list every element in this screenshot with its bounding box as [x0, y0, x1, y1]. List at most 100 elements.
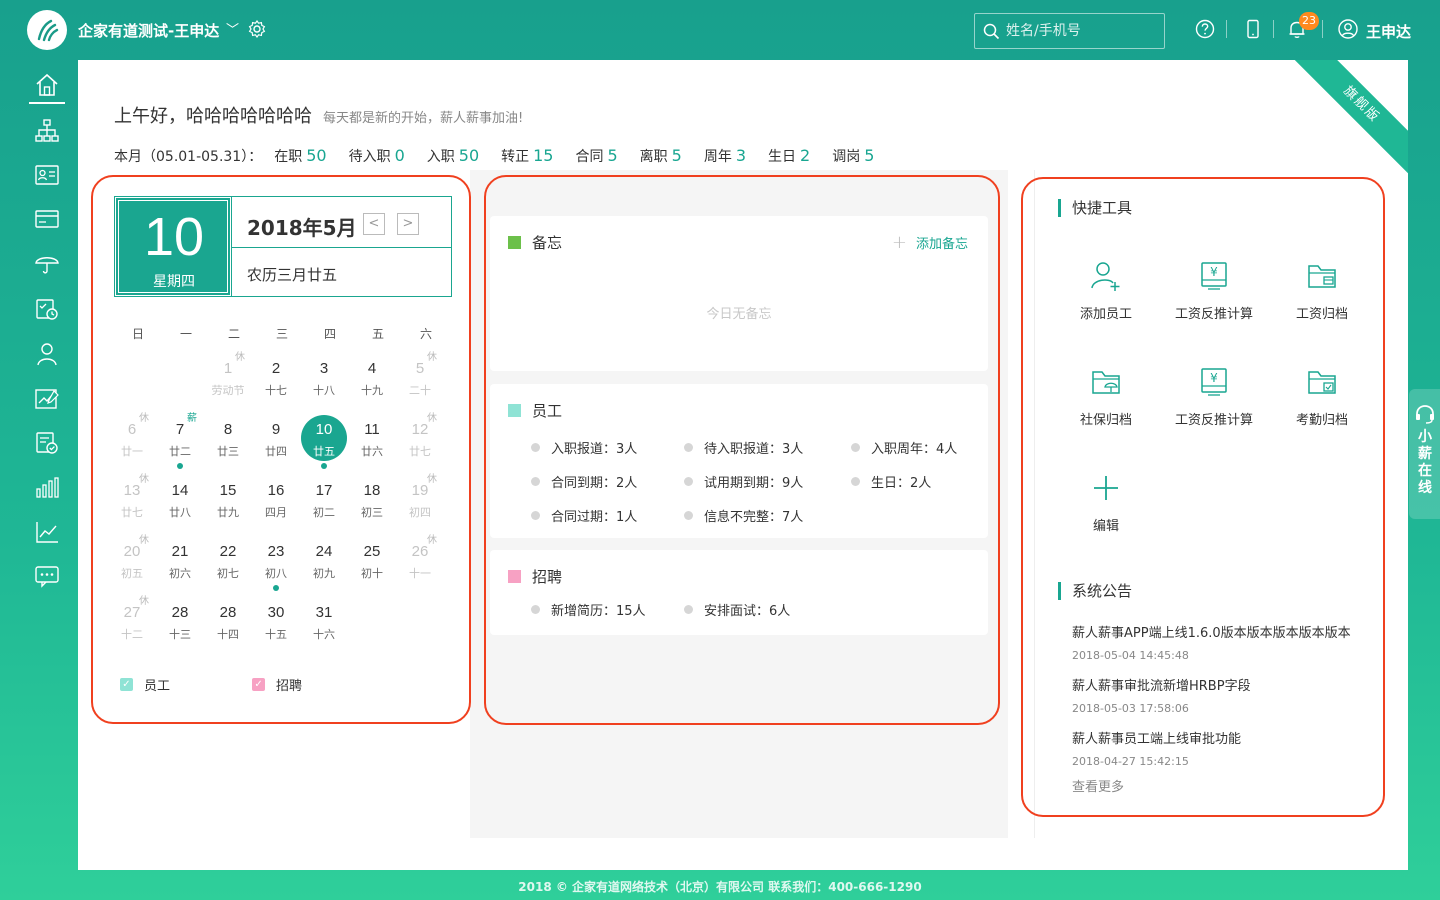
stat-item[interactable]: 离职 5: [640, 146, 682, 166]
calendar-day[interactable]: 20 初五休: [108, 535, 156, 596]
calendar-day[interactable]: 2 十七: [252, 352, 300, 413]
calendar-day[interactable]: 27 十二休: [108, 596, 156, 657]
calendar-day[interactable]: 30 十五: [252, 596, 300, 657]
attendance-icon[interactable]: [34, 296, 60, 322]
reminder-item[interactable]: 入职周年： 4人: [851, 438, 957, 457]
calendar-day[interactable]: 8 廿三: [204, 413, 252, 474]
calendar-day[interactable]: 21 初六: [156, 535, 204, 596]
calendar-day[interactable]: 6 廿一休: [108, 413, 156, 474]
calendar-day[interactable]: 13 廿七休: [108, 474, 156, 535]
next-month-button[interactable]: >: [397, 213, 419, 235]
bar-chart-icon[interactable]: [34, 475, 60, 501]
help-icon[interactable]: [1194, 18, 1216, 40]
reminder-item[interactable]: 试用期到期： 9人: [684, 472, 803, 491]
legend-employee[interactable]: ✓ 员工: [120, 675, 170, 694]
tool-add-employee[interactable]: 添加员工: [1051, 258, 1161, 322]
calendar-day-today[interactable]: 10 廿五: [300, 413, 348, 474]
calendar-day[interactable]: 31 十六: [300, 596, 348, 657]
tool-salary-archive[interactable]: 工资归档: [1267, 258, 1377, 322]
approval-icon[interactable]: [34, 430, 60, 456]
person-icon[interactable]: [34, 341, 60, 367]
calendar-day[interactable]: 22 初七: [204, 535, 252, 596]
reminder-item[interactable]: 新增简历： 15人: [531, 600, 646, 619]
reminder-item[interactable]: 待入职报道： 3人: [684, 438, 803, 457]
stat-item[interactable]: 入职 50: [427, 146, 479, 166]
add-memo-button[interactable]: + 添加备忘: [892, 232, 968, 253]
calendar-day[interactable]: 16 四月: [252, 474, 300, 535]
company-name[interactable]: 企家有道测试-王申达: [78, 20, 219, 41]
calendar-day[interactable]: 28 十三: [156, 596, 204, 657]
lunar-label: 廿四: [265, 445, 287, 458]
reminder-item[interactable]: 入职报道： 3人: [531, 438, 637, 457]
square-icon: [508, 570, 521, 583]
legend-recruit[interactable]: ✓ 招聘: [252, 675, 302, 694]
home-icon[interactable]: [34, 72, 60, 98]
user-avatar-icon[interactable]: [1337, 18, 1359, 40]
stat-item[interactable]: 待入职 0: [349, 146, 405, 166]
calendar-day[interactable]: 12 廿七休: [396, 413, 444, 474]
calendar-day[interactable]: 5 二十休: [396, 352, 444, 413]
calendar-day[interactable]: 1 劳动节休: [204, 352, 252, 413]
calendar-day[interactable]: 3 十八: [300, 352, 348, 413]
stat-item[interactable]: 在职 50: [274, 146, 326, 166]
reminder-item[interactable]: 合同到期： 2人: [531, 472, 637, 491]
reminder-item[interactable]: 生日： 2人: [851, 472, 931, 491]
reminder-item[interactable]: 信息不完整： 7人: [684, 506, 803, 525]
event-dot: [273, 585, 279, 591]
calendar-day[interactable]: 24 初九: [300, 535, 348, 596]
announcement-item[interactable]: 薪人薪事APP端上线1.6.0版本版本版本版本版本 2018-05-04 14:…: [1072, 622, 1372, 662]
calendar-day[interactable]: 17 初二: [300, 474, 348, 535]
calendar-day[interactable]: 14 廿八: [156, 474, 204, 535]
checkbox-icon[interactable]: ✓: [120, 678, 133, 691]
search-input[interactable]: [1006, 23, 1156, 39]
gear-icon[interactable]: [247, 19, 267, 39]
mobile-icon[interactable]: [1242, 18, 1264, 40]
tool-attendance-archive[interactable]: 考勤归档: [1267, 364, 1377, 428]
chevron-down-icon[interactable]: ﹀: [226, 19, 239, 38]
announcement-item[interactable]: 薪人薪事审批流新增HRBP字段 2018-05-03 17:58:06: [1072, 675, 1372, 715]
reminder-item[interactable]: 合同过期： 1人: [531, 506, 637, 525]
card-icon[interactable]: [34, 206, 60, 232]
reminder-item[interactable]: 安排面试： 6人: [684, 600, 790, 619]
stat-item[interactable]: 周年 3: [704, 146, 746, 166]
user-name[interactable]: 王申达: [1366, 21, 1411, 42]
org-chart-icon[interactable]: [34, 118, 60, 144]
tool-salary-calc[interactable]: ¥ 工资反推计算: [1159, 258, 1269, 322]
calendar-day[interactable]: 26 十一休: [396, 535, 444, 596]
tool-edit[interactable]: 编辑: [1051, 470, 1161, 534]
calendar-day[interactable]: 11 廿六: [348, 413, 396, 474]
bullet-icon: [531, 605, 540, 614]
stat-item[interactable]: 转正 15: [501, 146, 553, 166]
calendar-day[interactable]: 18 初三: [348, 474, 396, 535]
calendar-day[interactable]: 19 初四休: [396, 474, 444, 535]
calendar-day[interactable]: 25 初十: [348, 535, 396, 596]
online-chat-widget[interactable]: 小薪在线: [1409, 389, 1440, 519]
calendar-day[interactable]: 23 初八: [252, 535, 300, 596]
calendar-day[interactable]: 15 廿九: [204, 474, 252, 535]
search-box[interactable]: [974, 13, 1165, 49]
view-more-link[interactable]: 查看更多: [1072, 776, 1124, 795]
announcement-item[interactable]: 薪人薪事员工端上线审批功能 2018-04-27 15:42:15: [1072, 728, 1372, 768]
trend-icon[interactable]: [34, 519, 60, 545]
checkbox-icon[interactable]: ✓: [252, 678, 266, 691]
id-card-icon[interactable]: [34, 162, 60, 188]
stat-item[interactable]: 生日 2: [768, 146, 810, 166]
stat-item[interactable]: 合同 5: [575, 146, 617, 166]
bullet-icon: [531, 477, 540, 486]
company-logo[interactable]: [27, 10, 67, 50]
calendar-day[interactable]: 28 十四: [204, 596, 252, 657]
performance-icon[interactable]: [34, 386, 60, 412]
attendance-archive-icon: [1308, 371, 1336, 394]
message-icon[interactable]: [34, 563, 60, 589]
salary-calc-icon: ¥: [1201, 368, 1227, 396]
calendar-day[interactable]: 7 廿二薪: [156, 413, 204, 474]
day-number: 31: [315, 604, 333, 621]
tool-social-security-archive[interactable]: 社保归档: [1051, 364, 1161, 428]
stat-item[interactable]: 调岗 5: [832, 146, 874, 166]
svg-text:¥: ¥: [1210, 371, 1218, 385]
prev-month-button[interactable]: <: [363, 213, 385, 235]
umbrella-icon[interactable]: [34, 250, 60, 276]
tool-salary-calc[interactable]: ¥ 工资反推计算: [1159, 364, 1269, 428]
calendar-day[interactable]: 4 十九: [348, 352, 396, 413]
calendar-day[interactable]: 9 廿四: [252, 413, 300, 474]
